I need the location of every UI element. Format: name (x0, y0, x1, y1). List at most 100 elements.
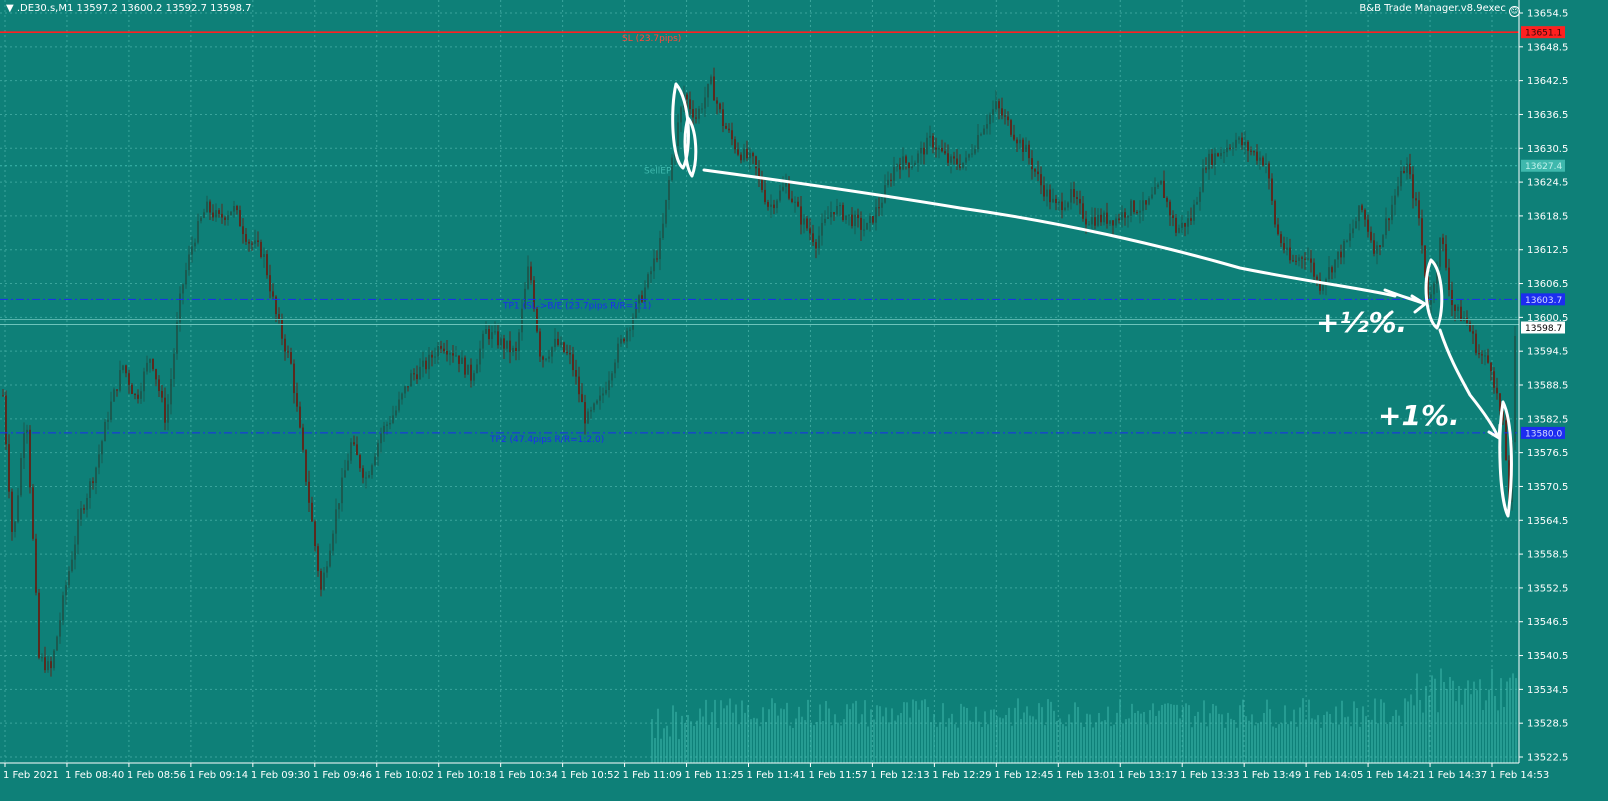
chart-window[interactable]: SL (23.7pips) 13651.1 SellEP 13627.4 TP1 (SL… (0, 0, 1608, 801)
candle-body (197, 221, 199, 243)
candle-body (41, 657, 43, 659)
candle-body (1322, 284, 1324, 291)
candle-body (437, 345, 439, 357)
candle-body (881, 202, 883, 208)
candle-body (518, 332, 520, 352)
candle-body (983, 128, 985, 135)
candle-body (1205, 168, 1207, 170)
candle-body (338, 503, 340, 510)
candle-body (239, 210, 241, 227)
candle-body (476, 364, 478, 374)
candle-body (968, 154, 970, 158)
candle-body (485, 329, 487, 334)
candle-body (758, 168, 760, 177)
candle-body (1442, 237, 1444, 245)
candle-body (956, 158, 958, 165)
candle-body (71, 559, 73, 572)
candle-body (521, 308, 523, 333)
symbol-info[interactable]: ▼ .DE30.s,M1 13597.2 13600.2 13592.7 135… (6, 3, 251, 14)
candle-body (347, 460, 349, 471)
candle-body (209, 201, 211, 213)
candle-body (293, 363, 295, 394)
price-chart[interactable]: SL (23.7pips) 13651.1 SellEP 13627.4 TP1 (SL… (0, 0, 1608, 801)
candle-body (101, 441, 103, 455)
candle-body (1382, 235, 1384, 247)
candle-body (1040, 174, 1042, 186)
chart-background (0, 0, 1608, 801)
y-tick-label: 13570.5 (1527, 482, 1568, 493)
candle-body (392, 415, 394, 423)
candle-body (1376, 245, 1378, 254)
candle-body (395, 410, 397, 416)
candle-body (1439, 237, 1441, 267)
candle-body (488, 329, 490, 340)
candle-body (1475, 333, 1477, 354)
candle-body (647, 274, 649, 288)
candle-body (1097, 214, 1099, 226)
candle-body (620, 338, 622, 344)
x-tick-label: 1 Feb 13:01 (1056, 770, 1115, 781)
candle-body (572, 354, 574, 371)
candle-body (809, 228, 811, 234)
candle-body (737, 149, 739, 155)
candle-body (1481, 354, 1483, 356)
candle-body (155, 369, 157, 380)
candle-body (1280, 234, 1282, 244)
candle-body (947, 153, 949, 163)
candle-body (545, 358, 547, 360)
candle-body (1451, 290, 1453, 306)
candle-body (302, 427, 304, 450)
candle-body (929, 135, 931, 138)
candle-body (371, 465, 373, 475)
candle-body (1013, 134, 1015, 140)
candle-body (1085, 218, 1087, 225)
candle-body (1253, 151, 1255, 153)
candle-body (593, 403, 595, 410)
candle-body (143, 371, 145, 392)
candle-body (1289, 247, 1291, 261)
candle-body (1109, 220, 1111, 224)
candle-body (653, 258, 655, 272)
candle-body (863, 229, 865, 231)
candle-body (1328, 267, 1330, 280)
candle-body (1196, 201, 1198, 205)
x-tick-label: 1 Feb 11:41 (747, 770, 806, 781)
candle-body (1022, 139, 1024, 152)
candle-body (953, 156, 955, 159)
y-tick-label: 13552.5 (1527, 583, 1568, 594)
level-label: SellEP (644, 167, 672, 177)
candle-body (44, 657, 46, 671)
x-tick-label: 1 Feb 10:52 (561, 770, 620, 781)
candle-body (401, 393, 403, 400)
candle-body (1208, 153, 1210, 170)
y-tick-label: 13648.5 (1527, 42, 1568, 53)
candle-body (854, 214, 856, 227)
candle-body (782, 186, 784, 191)
candle-body (161, 390, 163, 398)
candle-body (98, 454, 100, 468)
candle-body (362, 468, 364, 478)
candle-body (614, 362, 616, 374)
candle-body (542, 356, 544, 360)
y-tick-label: 13540.5 (1527, 651, 1568, 662)
candle-body (1130, 200, 1132, 216)
candle-body (1421, 218, 1423, 246)
candle-body (860, 218, 862, 230)
candle-body (830, 212, 832, 218)
candle-body (242, 226, 244, 235)
y-tick-label: 13564.5 (1527, 516, 1568, 527)
candle-body (995, 101, 997, 110)
candle-body (824, 218, 826, 223)
level-label: SL (23.7pips) (622, 34, 681, 44)
candle-body (1025, 144, 1027, 152)
candle-body (344, 470, 346, 478)
y-tick-label: 13618.5 (1527, 211, 1568, 222)
y-tick-label: 13642.5 (1527, 76, 1568, 87)
x-tick-label: 1 Feb 09:14 (189, 770, 248, 781)
candle-body (14, 521, 16, 532)
candle-body (833, 212, 835, 215)
candle-body (875, 207, 877, 223)
candle-body (719, 103, 721, 110)
candle-body (1082, 203, 1084, 219)
candle-body (1298, 257, 1300, 261)
